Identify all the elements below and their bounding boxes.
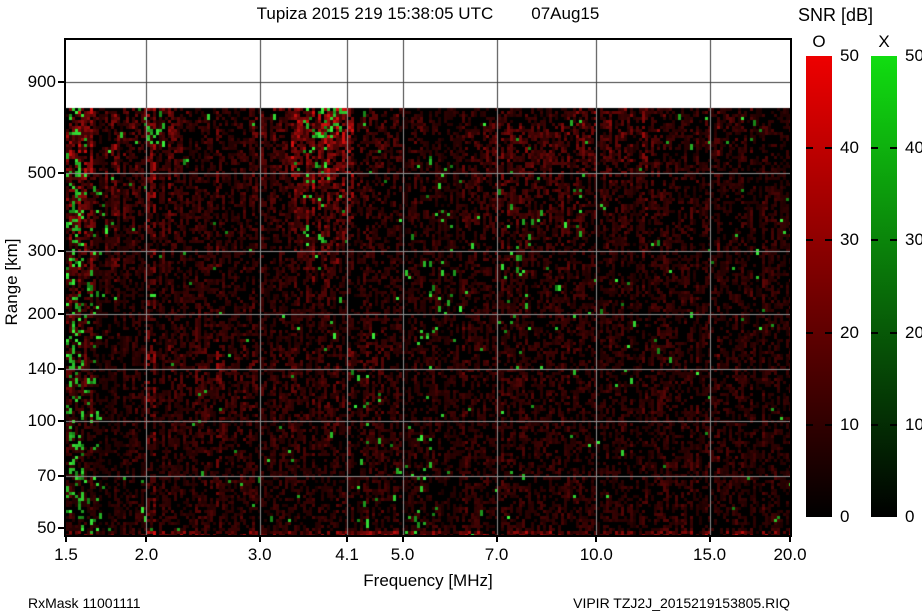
y-tick-label: 200 [27, 303, 56, 323]
colorbar-tick-dash [871, 147, 878, 150]
colorbar-tick-dash [871, 331, 878, 334]
colorbar-tick-dash [806, 239, 813, 242]
colorbar-tick-label: 50 [905, 46, 922, 65]
colorbar-tick-dash [871, 239, 878, 242]
colorbar-o-label: O [812, 32, 826, 51]
y-tick-label: 140 [27, 359, 56, 379]
colorbar-o-gradient [806, 56, 832, 517]
x-tick-label: 1.5 [54, 545, 78, 564]
colorbar-tick-dash [806, 331, 813, 334]
colorbar-tick-dash [806, 423, 813, 426]
x-tick-mark [495, 537, 498, 542]
x-tick-label: 4.1 [335, 545, 359, 564]
y-tick-mark [58, 312, 66, 315]
x-tick-label: 10.0 [579, 545, 613, 564]
y-tick-mark [58, 368, 66, 371]
colorbar-tick-label: 40 [905, 138, 922, 158]
x-tick-mark [401, 537, 404, 542]
x-tick-label: 2.0 [134, 545, 159, 564]
y-tick-label: 70 [37, 466, 56, 486]
y-tick-mark [58, 475, 66, 478]
y-tick-mark [58, 419, 66, 422]
filename-text: VIPIR TZJ2J_2015219153805.RIQ [573, 595, 790, 611]
plot-title: Tupiza 2015 219 15:38:05 UTC 07Aug15 [64, 4, 792, 24]
colorbar-tick-label: 50 [840, 46, 859, 65]
colorbar-tick-label: 20 [840, 322, 859, 342]
colorbar-tick-label: 30 [905, 230, 922, 250]
x-tick-mark [346, 537, 349, 542]
y-tick-label: 50 [37, 518, 56, 537]
colorbar-tick-dash [871, 423, 878, 426]
colorbar-tick-label: 40 [840, 138, 859, 158]
colorbar-tick-dash [890, 239, 897, 242]
colorbar-tick-label: 10 [905, 414, 922, 434]
colorbar-tick-dash [825, 239, 832, 242]
colorbar-tick-dash [890, 331, 897, 334]
colorbar-tick-dash [890, 423, 897, 426]
colorbar-title: SNR [dB] [798, 5, 874, 25]
x-tick-mark [258, 537, 261, 542]
y-tick-label: 300 [27, 241, 56, 261]
colorbar-tick-label: 0 [905, 507, 915, 526]
plot-title-text: Tupiza 2015 219 15:38:05 UTC [256, 4, 494, 23]
rxmask-text: RxMask 11001111 [28, 595, 141, 611]
x-tick-mark [65, 537, 67, 542]
colorbar-tick-dash [825, 331, 832, 334]
x-tick-mark [708, 537, 711, 542]
y-tick-label: 100 [27, 410, 56, 430]
y-tick-mark [58, 527, 66, 529]
y-tick-mark [58, 80, 66, 83]
colorbar-tick-label: 0 [840, 507, 850, 526]
colorbar-tick-dash [806, 147, 813, 150]
x-tick-label: 5.0 [390, 545, 415, 564]
y-tick-label: 900 [27, 71, 56, 91]
x-tick-label: 7.0 [484, 545, 509, 564]
colorbar-tick-dash [890, 147, 897, 150]
x-tick-label: 15.0 [693, 545, 727, 564]
plot-title-date: 07Aug15 [531, 4, 600, 23]
colorbar-tick-dash [825, 147, 832, 150]
x-tick-label: 3.0 [247, 545, 272, 564]
y-tick-label: 500 [27, 162, 56, 182]
colorbar-x-label: X [878, 32, 890, 51]
plot-area [64, 38, 792, 537]
ionogram-heatmap [66, 40, 790, 535]
ionogram-screen: { "header": { "title": "Tupiza 2015 219 … [0, 0, 922, 614]
x-tick-mark [789, 537, 791, 542]
colorbar-tick-dash [825, 423, 832, 426]
colorbar-tick-label: 30 [840, 230, 859, 250]
colorbar-tick-label: 10 [840, 414, 859, 434]
x-tick-mark [145, 537, 148, 542]
x-axis-label: Frequency [MHz] [363, 571, 493, 590]
x-tick-label: 20.0 [773, 545, 807, 564]
colorbar-x-gradient [871, 56, 897, 517]
x-tick-mark [595, 537, 598, 542]
colorbar-tick-label: 20 [905, 322, 922, 342]
y-tick-mark [58, 171, 66, 174]
y-tick-mark [58, 250, 66, 253]
